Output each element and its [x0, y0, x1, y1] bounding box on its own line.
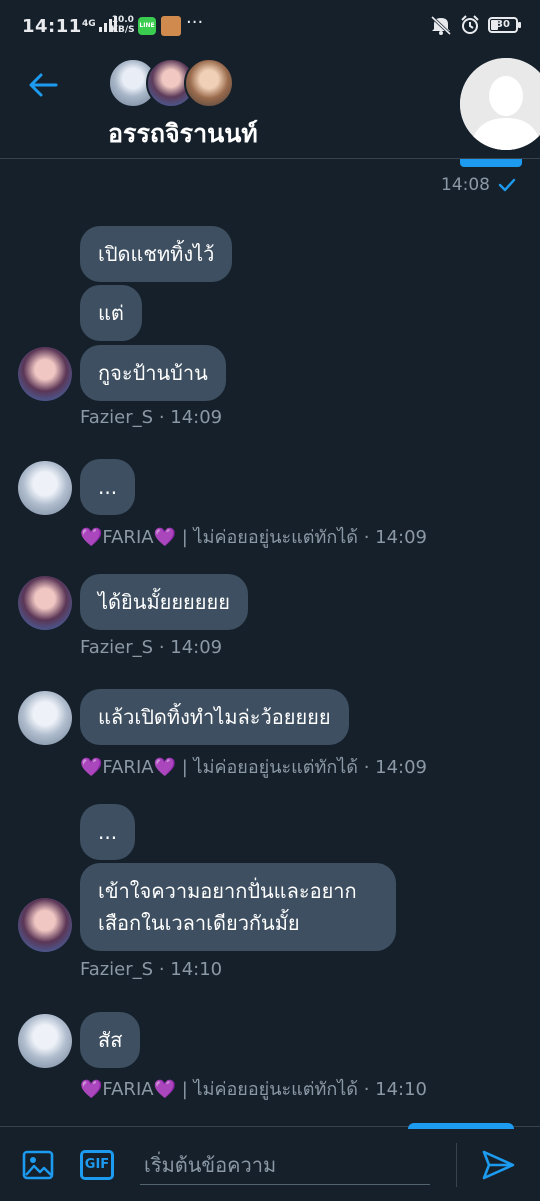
status-right: 30	[430, 15, 521, 35]
clock: 14:11	[22, 16, 82, 37]
read-check-icon	[498, 178, 516, 192]
sender-name: FARIA	[102, 1079, 154, 1100]
avatar[interactable]	[18, 576, 72, 630]
network-speed: 10.0 KB/S	[111, 15, 135, 35]
mute-icon	[430, 15, 452, 35]
message-time: 14:10	[375, 1079, 428, 1100]
sender-name: Fazier_S	[80, 959, 154, 980]
own-message-meta: 14:08	[441, 175, 516, 195]
message-bubble[interactable]: กูจะป้านบ้าน	[80, 345, 226, 401]
sender-status: | ไม่ค่อยอยู่นะแต่ทักได้	[181, 757, 358, 778]
gif-button[interactable]: GIF	[80, 1150, 114, 1180]
message-bubble[interactable]: แล้วเปิดทิ้งทำไมล่ะว้อยยยย	[80, 689, 349, 745]
message-list[interactable]: 14:08 เปิดแชททิ้งไว้ แต่ กูจะป้านบ้าน Fa…	[0, 159, 540, 1126]
default-profile-icon	[460, 58, 540, 150]
message-meta: 💜FARIA💜 | ไม่ค่อยอยู่นะแต่ทักได้ · 14:10	[80, 1079, 428, 1100]
message-time: 14:09	[170, 407, 223, 428]
message-time: 14:09	[170, 637, 223, 658]
network-type: 4G	[82, 18, 96, 29]
avatar	[184, 58, 234, 108]
alarm-icon	[461, 15, 479, 34]
app-notification-icon	[161, 16, 181, 36]
message-bubble[interactable]: ได้ยินมั้ยยยยยย	[80, 574, 248, 630]
message-bubble[interactable]: แต่	[80, 285, 142, 341]
avatar[interactable]	[18, 347, 72, 401]
battery-level: 30	[496, 19, 510, 30]
profile-avatar[interactable]	[458, 56, 540, 152]
message-bubble[interactable]: สัส	[80, 1012, 141, 1068]
message-meta: 💜FARIA💜 | ไม่ค่อยอยู่นะแต่ทักได้ · 14:09	[80, 757, 428, 778]
line-app-icon: LINE	[138, 17, 156, 35]
message-bubble[interactable]: ...	[80, 459, 136, 515]
heart-emoji: 💜	[153, 757, 176, 778]
sender-status: | ไม่ค่อยอยู่นะแต่ทักได้	[181, 1079, 358, 1100]
message-composer: GIF	[0, 1123, 540, 1201]
more-notifications-icon: ···	[186, 12, 204, 33]
heart-emoji: 💜	[80, 1079, 103, 1100]
sender-name: FARIA	[102, 527, 154, 548]
battery-icon: 30	[488, 17, 521, 33]
image-icon[interactable]	[22, 1149, 54, 1181]
message-time: 14:10	[170, 959, 223, 980]
message-meta: Fazier_S · 14:09	[80, 637, 223, 658]
status-bar: 14:11 4G 10.0 KB/S LINE ··· 30	[0, 0, 540, 52]
sender-name: FARIA	[102, 757, 154, 778]
message-bubble[interactable]: เข้าใจความอยากปั่นและอยากเสือกในเวลาเดีย…	[80, 863, 396, 951]
heart-emoji: 💜	[80, 527, 103, 548]
message-time: 14:09	[375, 527, 428, 548]
message-time: 14:08	[441, 175, 490, 195]
heart-emoji: 💜	[153, 1079, 176, 1100]
avatar[interactable]	[18, 461, 72, 515]
message-meta: Fazier_S · 14:09	[80, 407, 223, 428]
message-time: 14:09	[375, 757, 428, 778]
sender-name: Fazier_S	[80, 637, 154, 658]
divider	[456, 1143, 457, 1187]
avatar[interactable]	[18, 898, 72, 952]
message-input[interactable]	[140, 1145, 430, 1185]
message-bubble[interactable]: ...	[80, 804, 136, 860]
sender-status: | ไม่ค่อยอยู่นะแต่ทักได้	[181, 527, 358, 548]
avatar[interactable]	[18, 1014, 72, 1068]
own-message-bubble[interactable]	[460, 159, 522, 167]
heart-emoji: 💜	[80, 757, 103, 778]
message-meta: 💜FARIA💜 | ไม่ค่อยอยู่นะแต่ทักได้ · 14:09	[80, 527, 428, 548]
message-meta: Fazier_S · 14:10	[80, 959, 223, 980]
group-avatars[interactable]	[108, 58, 234, 110]
message-bubble[interactable]: เปิดแชททิ้งไว้	[80, 226, 233, 282]
conversation-title[interactable]: อรรถจิรานนท์	[108, 114, 258, 154]
heart-emoji: 💜	[153, 527, 176, 548]
own-message-bubble[interactable]	[408, 1123, 514, 1129]
sender-name: Fazier_S	[80, 407, 154, 428]
send-icon[interactable]	[480, 1147, 516, 1183]
back-arrow-icon[interactable]	[26, 68, 60, 102]
avatar[interactable]	[18, 691, 72, 745]
conversation-header: อรรถจิรานนท์	[0, 52, 540, 159]
